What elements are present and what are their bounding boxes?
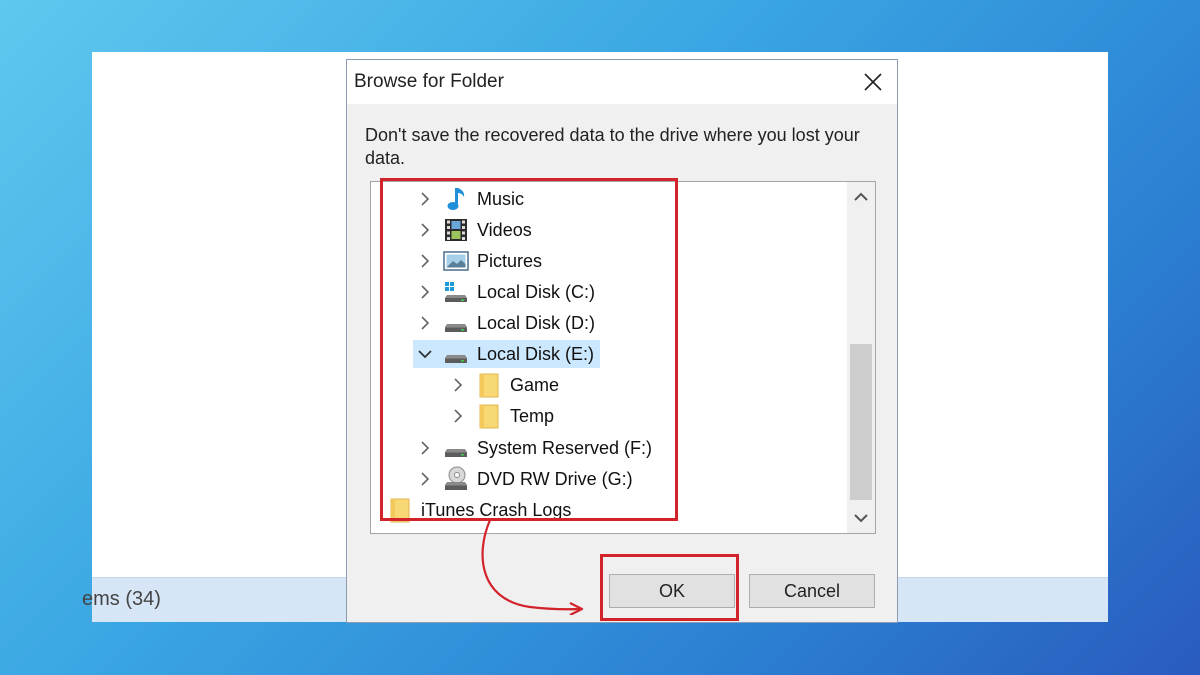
tree-item-dvd-rw-drive-g[interactable]: DVD RW Drive (G:) bbox=[413, 465, 639, 493]
tree-item-pictures[interactable]: Pictures bbox=[413, 247, 548, 275]
tree-item-system-reserved-f[interactable]: System Reserved (F:) bbox=[413, 434, 658, 462]
tree-item-label: Local Disk (E:) bbox=[477, 343, 595, 364]
chevron-right-icon[interactable] bbox=[413, 434, 437, 462]
chevron-down-icon[interactable] bbox=[413, 340, 437, 368]
tree-item-label: Local Disk (D:) bbox=[477, 312, 596, 333]
scrollbar-thumb[interactable] bbox=[850, 344, 872, 500]
tree-item-label: Pictures bbox=[477, 250, 543, 271]
tree-item-game[interactable]: Game bbox=[446, 371, 565, 399]
folder-icon bbox=[476, 404, 502, 429]
chevron-up-icon bbox=[854, 192, 868, 201]
drive-icon bbox=[443, 311, 469, 335]
chevron-right-icon[interactable] bbox=[413, 247, 437, 275]
folder-icon bbox=[476, 373, 502, 398]
scroll-up-button[interactable] bbox=[847, 182, 875, 212]
tree-item-itunes-crash-logs[interactable]: iTunes Crash Logs bbox=[387, 496, 577, 524]
chevron-right-icon[interactable] bbox=[413, 465, 437, 493]
tree-item-local-disk-d[interactable]: Local Disk (D:) bbox=[413, 309, 601, 337]
tree-item-label: Game bbox=[510, 374, 560, 395]
chevron-right-icon[interactable] bbox=[446, 371, 470, 399]
drive-icon bbox=[443, 342, 469, 366]
system-drive-icon bbox=[443, 280, 469, 304]
instruction-text: Don't save the recovered data to the dri… bbox=[365, 125, 860, 168]
tree-item-label: Music bbox=[477, 188, 525, 209]
tree-item-label: System Reserved (F:) bbox=[477, 437, 653, 458]
tree-item-label: iTunes Crash Logs bbox=[421, 499, 572, 520]
item-count-text: ems (34) bbox=[82, 588, 161, 610]
tree-item-local-disk-c[interactable]: Local Disk (C:) bbox=[413, 278, 601, 306]
scroll-down-button[interactable] bbox=[847, 503, 875, 533]
pictures-icon bbox=[443, 249, 469, 273]
tree-item-music[interactable]: Music bbox=[413, 185, 530, 213]
tree-item-temp[interactable]: Temp bbox=[446, 402, 560, 430]
chevron-right-icon[interactable] bbox=[446, 402, 470, 430]
tree-item-label: Videos bbox=[477, 219, 532, 240]
cancel-button[interactable]: Cancel bbox=[749, 574, 875, 608]
dvd-drive-icon bbox=[443, 466, 469, 491]
music-icon bbox=[443, 187, 469, 211]
videos-icon bbox=[443, 218, 469, 242]
vertical-scrollbar[interactable] bbox=[847, 182, 875, 533]
chevron-right-icon[interactable] bbox=[413, 309, 437, 337]
chevron-right-icon[interactable] bbox=[413, 216, 437, 244]
drive-icon bbox=[443, 436, 469, 460]
tree-item-videos[interactable]: Videos bbox=[413, 216, 538, 244]
ok-button[interactable]: OK bbox=[609, 574, 735, 608]
tree-item-label: Temp bbox=[510, 405, 555, 426]
chevron-right-icon[interactable] bbox=[413, 278, 437, 306]
browse-for-folder-dialog: Browse for Folder Don't save the recover… bbox=[346, 59, 898, 623]
chevron-right-icon[interactable] bbox=[413, 185, 437, 213]
folder-icon bbox=[387, 498, 413, 523]
tree-item-local-disk-e[interactable]: Local Disk (E:) bbox=[413, 340, 601, 368]
tree-item-label: DVD RW Drive (G:) bbox=[477, 468, 633, 489]
close-button[interactable] bbox=[849, 60, 897, 104]
title-bar: Browse for Folder bbox=[347, 60, 897, 104]
chevron-down-icon bbox=[854, 514, 868, 523]
folder-tree[interactable]: Music Videos Pictures Local Disk (C:) Lo… bbox=[370, 181, 876, 534]
dialog-title: Browse for Folder bbox=[354, 71, 504, 92]
tree-item-label: Local Disk (C:) bbox=[477, 281, 596, 302]
close-icon bbox=[864, 73, 882, 91]
